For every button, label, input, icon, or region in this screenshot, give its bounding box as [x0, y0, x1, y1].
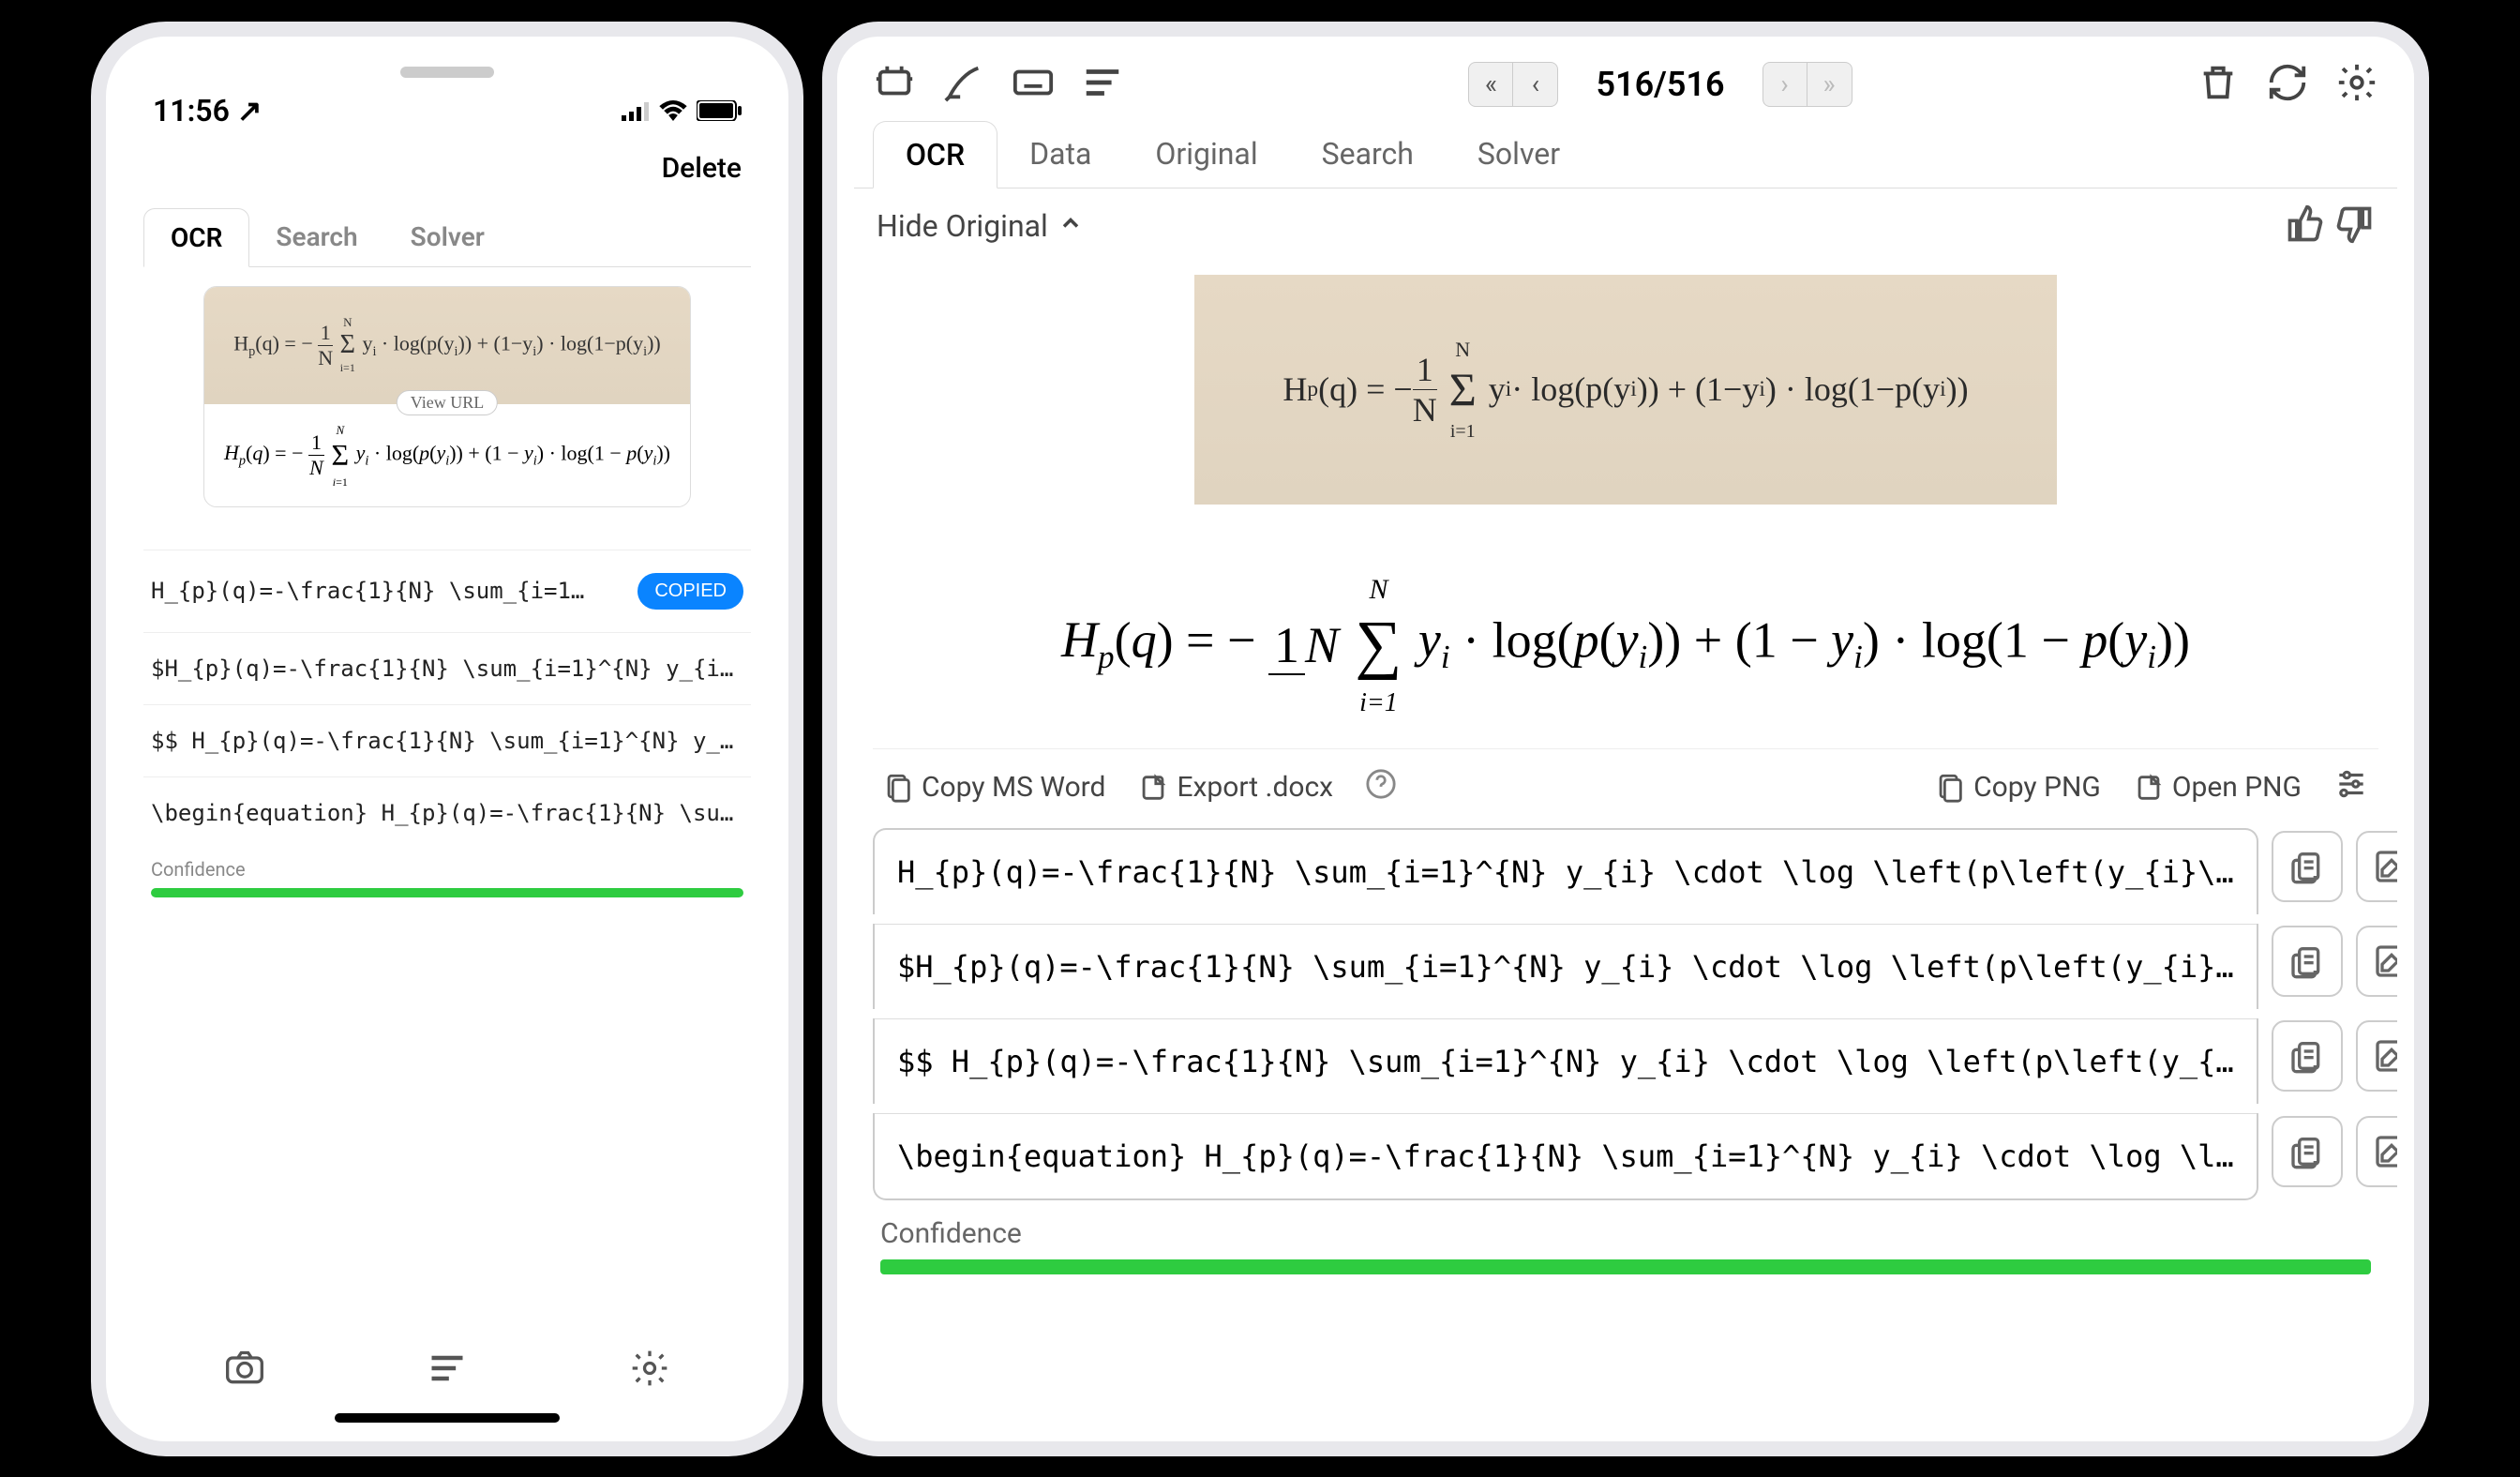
- tab-ocr[interactable]: OCR: [143, 208, 249, 267]
- crop-icon[interactable]: [873, 61, 916, 108]
- original-image: Hp(q) = − 1N NΣi=1 yi · log(p(yi)) + (1−…: [1194, 275, 2057, 505]
- hide-original-toggle[interactable]: Hide Original: [877, 208, 1084, 244]
- refresh-icon[interactable]: [2266, 61, 2309, 108]
- confidence-bar: [880, 1259, 2371, 1274]
- confidence-bar: [151, 888, 743, 897]
- export-docx-button[interactable]: Export .docx: [1137, 771, 1333, 804]
- latex-row[interactable]: H_{p}(q)=-\frac{1}{N} \sum_{i=1… COPIED: [143, 550, 751, 632]
- copy-ms-word-button[interactable]: Copy MS Word: [882, 771, 1105, 804]
- camera-icon[interactable]: [224, 1348, 265, 1393]
- edit-button[interactable]: [2356, 926, 2397, 997]
- tab-search[interactable]: Search: [1290, 121, 1446, 188]
- battery-icon: [697, 93, 742, 128]
- page-count: 516/516: [1596, 65, 1724, 104]
- export-actions: Copy MS Word Export .docx Copy PNG Open …: [873, 748, 2378, 819]
- chevron-up-icon: [1058, 208, 1084, 244]
- latex-row[interactable]: $H_{p}(q)=-\frac{1}{N} \sum_{i=1}^{N} y_…: [143, 632, 751, 704]
- draw-icon[interactable]: [942, 61, 985, 108]
- latex-text: H_{p}(q)=-\frac{1}{N} \sum_{i=1…: [151, 578, 584, 604]
- confidence: Confidence: [873, 1200, 2378, 1282]
- latex-text: \begin{equation} H_{p}(q)=-\frac{1}{N} \…: [151, 800, 733, 826]
- nav-prev-button[interactable]: ‹: [1513, 62, 1558, 107]
- gear-icon[interactable]: [629, 1348, 670, 1393]
- latex-text[interactable]: H_{p}(q)=-\frac{1}{N} \sum_{i=1}^{N} y_{…: [875, 830, 2257, 914]
- original-image-thumb[interactable]: Hp(q) = − 1N NΣi=1 yi · log(p(yi)) + (1−…: [204, 287, 690, 404]
- latex-text[interactable]: \begin{equation} H_{p}(q)=-\frac{1}{N} \…: [875, 1113, 2257, 1198]
- confidence: Confidence: [143, 849, 751, 916]
- confidence-label: Confidence: [880, 1217, 2371, 1250]
- sliders-icon[interactable]: [2333, 766, 2369, 809]
- view-url-button[interactable]: View URL: [397, 390, 498, 415]
- open-png-button[interactable]: Open PNG: [2133, 771, 2302, 804]
- hide-original-label: Hide Original: [877, 208, 1048, 244]
- latex-row[interactable]: $$ H_{p}(q)=-\frac{1}{N} \sum_{i=1}^{N} …: [143, 704, 751, 776]
- tab-solver[interactable]: Solver: [384, 208, 511, 266]
- copy-button[interactable]: [2272, 926, 2343, 997]
- copy-button[interactable]: [2272, 1020, 2343, 1092]
- phone-notch: [344, 53, 550, 91]
- delete-link[interactable]: Delete: [143, 138, 751, 208]
- rendered-equation: Hp(q) = − 1N N∑i=1 yi · log(p(yi)) + (1 …: [873, 523, 2378, 748]
- phone-mockup: 11:56 ↗ Delete OCR Search Solver: [91, 22, 803, 1456]
- copy-button[interactable]: [2272, 831, 2343, 902]
- gear-icon[interactable]: [2335, 61, 2378, 108]
- keyboard-icon[interactable]: [1012, 61, 1055, 108]
- list-icon[interactable]: [427, 1348, 468, 1393]
- toolbar: « ‹ 516/516 › »: [854, 53, 2397, 121]
- edit-button[interactable]: [2356, 831, 2397, 902]
- phone-footer: [143, 1324, 751, 1400]
- wifi-icon: [659, 93, 687, 128]
- tab-solver[interactable]: Solver: [1446, 121, 1592, 188]
- latex-text: $$ H_{p}(q)=-\frac{1}{N} \sum_{i=1}^{N} …: [151, 728, 733, 754]
- tab-original[interactable]: Original: [1123, 121, 1289, 188]
- tab-data[interactable]: Data: [998, 121, 1123, 188]
- rendered-equation-thumb: Hp(q) = − 1N NΣi=1 yi · log(p(yi)) + (1 …: [204, 404, 690, 506]
- tab-ocr[interactable]: OCR: [873, 121, 998, 188]
- nav-next-button[interactable]: ›: [1762, 62, 1808, 107]
- tab-search[interactable]: Search: [249, 208, 383, 266]
- copy-png-button[interactable]: Copy PNG: [1934, 771, 2101, 804]
- thumbs-down-icon[interactable]: [2333, 203, 2375, 249]
- trash-icon[interactable]: [2197, 61, 2240, 108]
- desktop-mockup: « ‹ 516/516 › » OCR Data Original Sea: [822, 22, 2429, 1456]
- thumbs-up-icon[interactable]: [2285, 203, 2326, 249]
- latex-text[interactable]: $$ H_{p}(q)=-\frac{1}{N} \sum_{i=1}^{N} …: [875, 1018, 2257, 1104]
- result-card: Hp(q) = − 1N NΣi=1 yi · log(p(yi)) + (1−…: [203, 286, 691, 507]
- home-indicator: [335, 1413, 560, 1423]
- latex-text[interactable]: $H_{p}(q)=-\frac{1}{N} \sum_{i=1}^{N} y_…: [875, 924, 2257, 1009]
- confidence-label: Confidence: [151, 858, 743, 881]
- latex-row[interactable]: \begin{equation} H_{p}(q)=-\frac{1}{N} \…: [143, 776, 751, 849]
- menu-icon[interactable]: [1081, 61, 1124, 108]
- edit-button[interactable]: [2356, 1116, 2397, 1187]
- nav-back-group: « ‹: [1468, 62, 1558, 107]
- edit-button[interactable]: [2356, 1020, 2397, 1092]
- nav-forward-group: › »: [1762, 62, 1852, 107]
- help-icon[interactable]: [1365, 768, 1397, 807]
- phone-time: 11:56 ↗: [153, 93, 262, 128]
- nav-last-button[interactable]: »: [1808, 62, 1852, 107]
- latex-output: H_{p}(q)=-\frac{1}{N} \sum_{i=1}^{N} y_{…: [873, 819, 2378, 1200]
- phone-tabs: OCR Search Solver: [143, 208, 751, 267]
- latex-text: $H_{p}(q)=-\frac{1}{N} \sum_{i=1}^{N} y_…: [151, 656, 733, 682]
- copied-badge: COPIED: [638, 573, 743, 610]
- nav-first-button[interactable]: «: [1468, 62, 1513, 107]
- copy-button[interactable]: [2272, 1116, 2343, 1187]
- desktop-tabs: OCR Data Original Search Solver: [854, 121, 2397, 188]
- signal-icon: [622, 93, 650, 128]
